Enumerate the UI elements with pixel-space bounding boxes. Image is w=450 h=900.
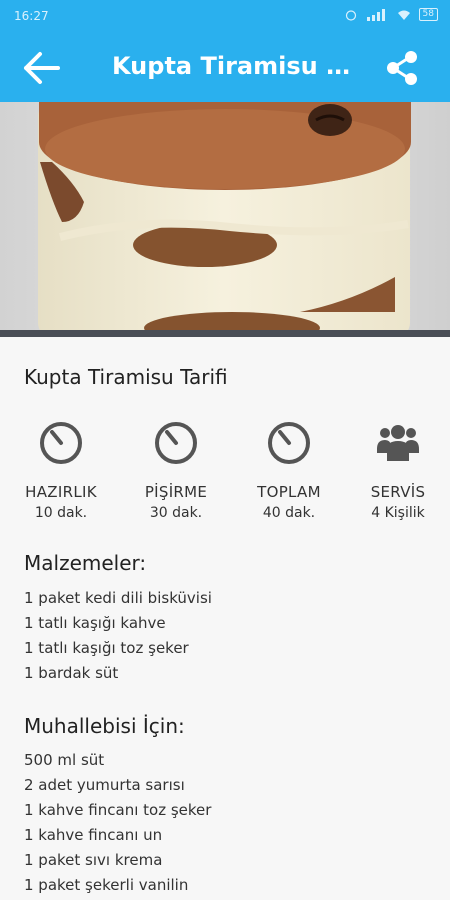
ingredients-list: 1 paket kedi dili bisküvisi 1 tatlı kaşı…: [24, 586, 212, 686]
stat-servings-value: 4 Kişilik: [371, 505, 425, 521]
stat-servings-label: SERVİS: [370, 483, 426, 501]
recipe-image: [0, 102, 450, 337]
status-bar: 16:27 58: [0, 0, 450, 32]
custard-list: 500 ml süt 2 adet yumurta sarısı 1 kahve…: [24, 748, 211, 898]
list-item: 1 bardak süt: [24, 664, 119, 682]
timer-icon: [268, 422, 310, 464]
stat-prep-label: HAZIRLIK: [25, 483, 97, 501]
stat-total: TOPLAM 40 dak.: [239, 419, 339, 521]
app-bar-title: Kupta Tiramisu T...: [112, 52, 357, 80]
signal-icon: [366, 8, 385, 21]
recipe-stats: HAZIRLIK 10 dak. PİŞİRME 30 dak. TOPLAM …: [0, 419, 450, 529]
stat-prep: HAZIRLIK 10 dak.: [11, 419, 111, 521]
battery-icon: 58: [418, 8, 438, 21]
stat-total-label: TOPLAM: [257, 483, 321, 501]
app-bar: Kupta Tiramisu T...: [0, 32, 450, 102]
list-item: 1 paket şekerli vanilin: [24, 876, 189, 894]
stat-cook-value: 30 dak.: [149, 505, 203, 521]
list-item: 1 tatlı kaşığı kahve: [24, 614, 166, 632]
list-item: 1 paket kedi dili bisküvisi: [24, 589, 212, 607]
status-icons: 58: [345, 8, 438, 21]
custard-heading: Muhallebisi İçin:: [24, 714, 185, 738]
back-arrow-icon[interactable]: [22, 50, 62, 86]
wifi-icon: [397, 10, 410, 20]
stat-cook: PİŞİRME 30 dak.: [126, 419, 226, 521]
list-item: 500 ml süt: [24, 751, 105, 769]
list-item: 2 adet yumurta sarısı: [24, 776, 185, 794]
stat-cook-label: PİŞİRME: [144, 483, 208, 501]
stat-total-value: 40 dak.: [262, 505, 316, 521]
share-icon[interactable]: [384, 50, 420, 86]
list-item: 1 kahve fincanı toz şeker: [24, 801, 212, 819]
status-time: 16:27: [14, 9, 49, 23]
ingredients-heading: Malzemeler:: [24, 551, 147, 575]
alarm-icon: [345, 9, 356, 21]
list-item: 1 tatlı kaşığı toz şeker: [24, 639, 189, 657]
timer-icon: [155, 422, 197, 464]
recipe-title: Kupta Tiramisu Tarifi: [24, 365, 228, 389]
stat-servings: SERVİS 4 Kişilik: [348, 419, 448, 521]
timer-icon: [40, 422, 82, 464]
stat-prep-value: 10 dak.: [34, 505, 88, 521]
list-item: 1 kahve fincanı un: [24, 826, 163, 844]
list-item: 1 paket sıvı krema: [24, 851, 163, 869]
recipe-content: Kupta Tiramisu Tarifi HAZIRLIK 10 dak. P…: [0, 337, 450, 900]
people-icon: [377, 425, 419, 461]
